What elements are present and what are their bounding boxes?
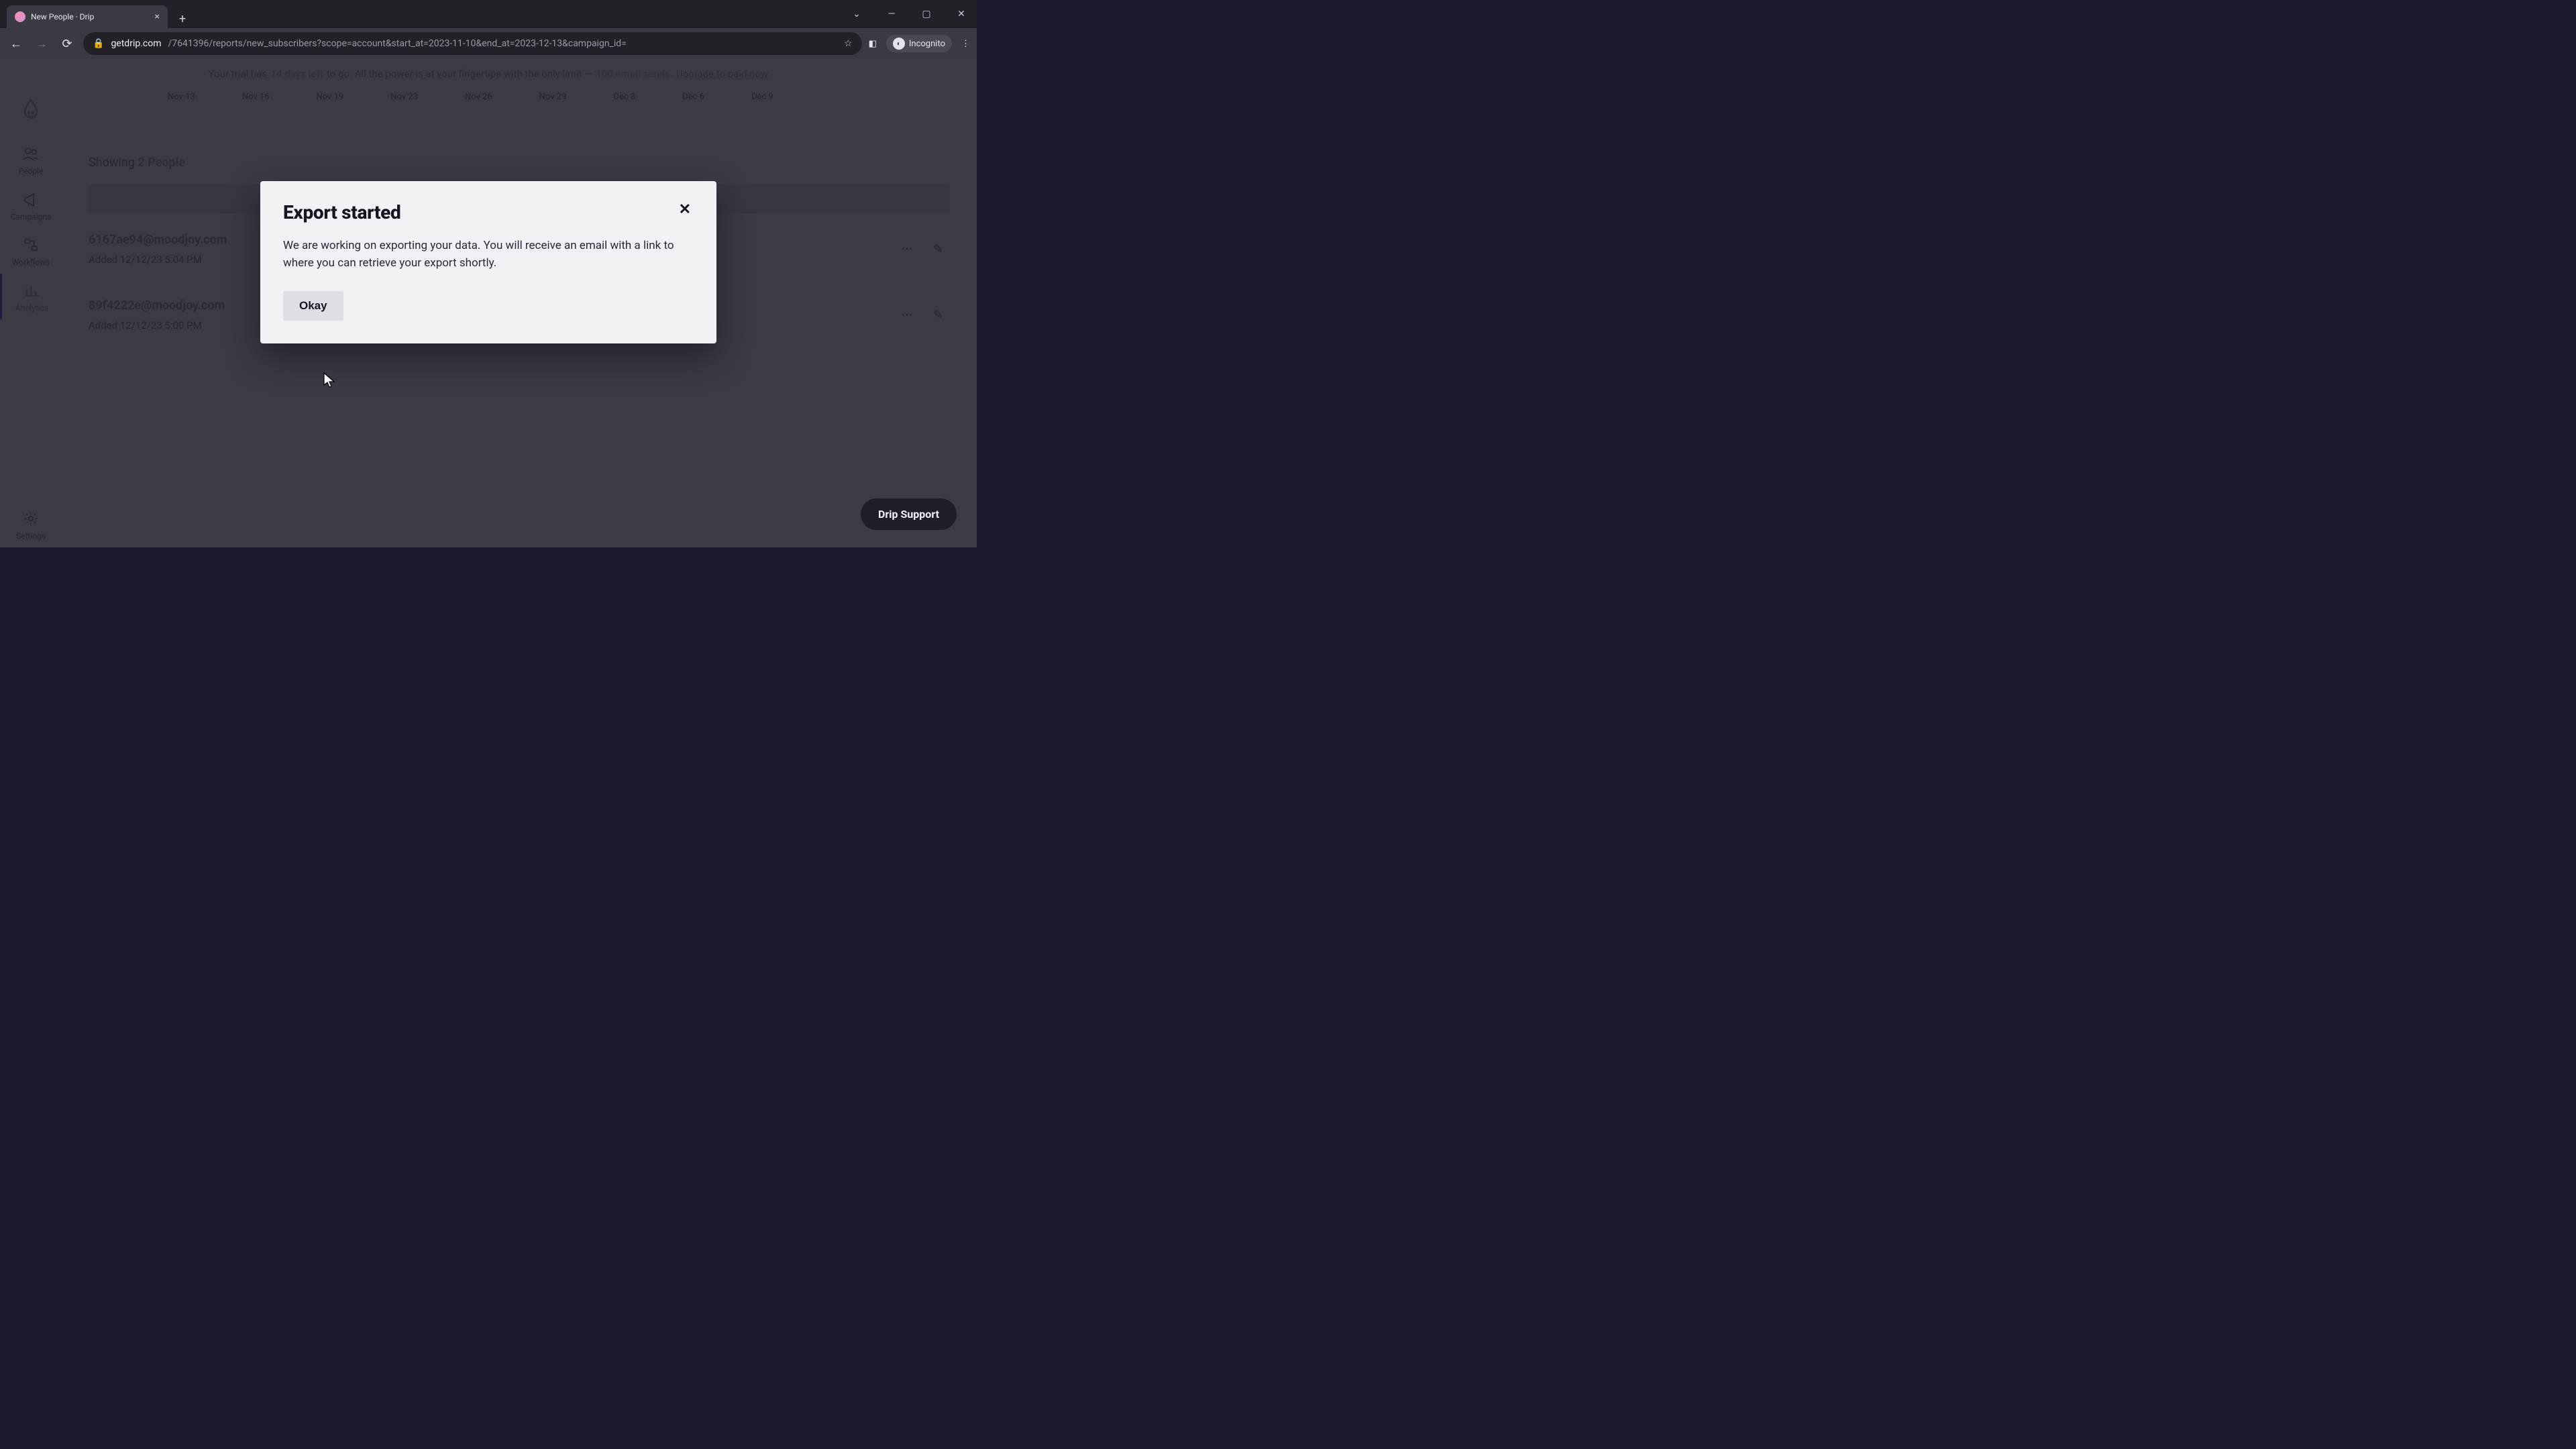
lock-icon: 🔒 <box>93 38 104 49</box>
browser-tab[interactable]: New People · Drip × <box>7 5 168 28</box>
new-tab-button[interactable]: + <box>173 9 192 28</box>
export-started-modal: Export started ✕ We are working on expor… <box>260 181 716 343</box>
window-controls: ⌄ ― ▢ ✕ <box>845 0 973 28</box>
okay-button[interactable]: Okay <box>283 291 343 321</box>
back-button[interactable]: ← <box>7 34 25 53</box>
extensions-icon[interactable]: ◧ <box>869 39 877 49</box>
url-host: getdrip.com <box>111 38 161 49</box>
tab-title: New People · Drip <box>31 12 150 21</box>
minimize-window-icon[interactable]: ― <box>880 9 903 19</box>
incognito-icon: ◐ <box>893 38 905 50</box>
close-modal-button[interactable]: ✕ <box>676 201 694 218</box>
tabs-dropdown-icon[interactable]: ⌄ <box>845 9 868 19</box>
bookmark-star-icon[interactable]: ☆ <box>844 38 853 49</box>
close-window-icon[interactable]: ✕ <box>950 9 973 19</box>
close-tab-icon[interactable]: × <box>155 11 160 22</box>
incognito-label: Incognito <box>909 39 945 49</box>
browser-chrome: New People · Drip × + ⌄ ― ▢ ✕ ← → ⟳ 🔒 ge… <box>0 0 977 59</box>
kebab-menu-icon[interactable]: ⋮ <box>961 39 970 49</box>
modal-title: Export started <box>283 201 401 223</box>
maximize-window-icon[interactable]: ▢ <box>915 9 938 19</box>
modal-body: We are working on exporting your data. Y… <box>283 237 694 272</box>
tab-bar: New People · Drip × + ⌄ ― ▢ ✕ <box>0 0 977 28</box>
url-field[interactable]: 🔒 getdrip.com/7641396/reports/new_subscr… <box>83 32 862 55</box>
incognito-badge[interactable]: ◐ Incognito <box>886 35 952 52</box>
support-button[interactable]: Drip Support <box>861 498 957 530</box>
url-path: /7641396/reports/new_subscribers?scope=a… <box>168 38 627 49</box>
address-bar: ← → ⟳ 🔒 getdrip.com/7641396/reports/new_… <box>0 28 977 59</box>
favicon-icon <box>15 11 25 22</box>
reload-button[interactable]: ⟳ <box>58 34 76 53</box>
viewport: Your trial has 14 days left to go. All t… <box>0 59 977 547</box>
forward-button[interactable]: → <box>32 34 51 53</box>
